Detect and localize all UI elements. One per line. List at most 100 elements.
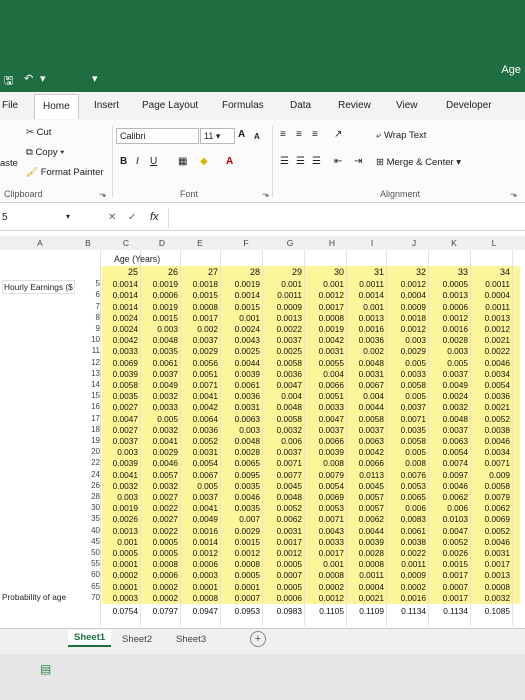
table-cell[interactable]: 0.0061: [140, 358, 178, 368]
table-cell[interactable]: 0.0029: [140, 447, 178, 457]
tab-page-layout[interactable]: Page Layout: [142, 100, 198, 111]
age-header[interactable]: 28: [222, 267, 260, 277]
table-cell[interactable]: 0.0035: [140, 346, 178, 356]
table-cell[interactable]: 0.0113: [346, 470, 384, 480]
table-cell[interactable]: 0.0004: [388, 290, 426, 300]
table-cell[interactable]: 0.0028: [222, 447, 260, 457]
table-cell[interactable]: 0.005: [140, 414, 178, 424]
table-cell[interactable]: 0.001: [264, 279, 302, 289]
table-cell[interactable]: 0.0013: [346, 313, 384, 323]
table-cell[interactable]: 0.0013: [430, 290, 468, 300]
earnings-value[interactable]: 8: [86, 313, 100, 322]
copy-button[interactable]: ⧉ Copy ▾: [26, 147, 64, 158]
table-cell[interactable]: 0.0038: [388, 537, 426, 547]
table-cell[interactable]: 0.0012: [430, 313, 468, 323]
table-cell[interactable]: 0.0033: [100, 346, 138, 356]
clipboard-launcher-icon[interactable]: ⬎: [99, 189, 107, 200]
probability-cell[interactable]: 0.1134: [430, 606, 468, 616]
align-bottom-icon[interactable]: ≡: [312, 128, 318, 142]
table-cell[interactable]: 0.0061: [222, 380, 260, 390]
font-size-combo[interactable]: 11 ▾: [200, 128, 235, 144]
table-cell[interactable]: 0.0037: [264, 447, 302, 457]
table-cell[interactable]: 0.0012: [306, 593, 344, 603]
table-cell[interactable]: 0.0039: [346, 537, 384, 547]
align-top-icon[interactable]: ≡: [280, 128, 286, 142]
tab-view[interactable]: View: [396, 100, 418, 111]
table-cell[interactable]: 0.0035: [388, 425, 426, 435]
earnings-value[interactable]: 6: [86, 290, 100, 299]
table-cell[interactable]: 0.0018: [180, 279, 218, 289]
save-icon[interactable]: 🖫: [4, 72, 13, 91]
table-cell[interactable]: 0.0071: [180, 380, 218, 390]
table-cell[interactable]: 0.0005: [140, 537, 178, 547]
table-cell[interactable]: 0.0058: [472, 481, 510, 491]
table-cell[interactable]: 0.0039: [222, 369, 260, 379]
table-cell[interactable]: 0.0009: [264, 302, 302, 312]
table-cell[interactable]: 0.002: [180, 324, 218, 334]
table-cell[interactable]: 0.0074: [430, 458, 468, 468]
table-cell[interactable]: 0.0006: [264, 593, 302, 603]
earnings-value[interactable]: 13: [86, 369, 100, 378]
earnings-value[interactable]: 20: [86, 447, 100, 456]
table-cell[interactable]: 0.0017: [472, 559, 510, 569]
earnings-value[interactable]: 11: [86, 346, 100, 355]
table-cell[interactable]: 0.0032: [140, 391, 178, 401]
record-macro-icon[interactable]: ▤: [40, 662, 51, 676]
column-header-i[interactable]: I: [352, 238, 392, 248]
earnings-value[interactable]: 30: [86, 503, 100, 512]
table-cell[interactable]: 0.0006: [430, 302, 468, 312]
table-cell[interactable]: 0.0012: [264, 548, 302, 558]
table-cell[interactable]: 0.0036: [222, 391, 260, 401]
table-cell[interactable]: 0.003: [100, 447, 138, 457]
table-cell[interactable]: 0.0043: [222, 335, 260, 345]
table-cell[interactable]: 0.0048: [264, 402, 302, 412]
tab-data[interactable]: Data: [290, 100, 311, 111]
table-cell[interactable]: 0.0011: [346, 279, 384, 289]
table-cell[interactable]: 0.0002: [140, 593, 178, 603]
table-cell[interactable]: 0.0031: [180, 447, 218, 457]
table-cell[interactable]: 0.0055: [306, 358, 344, 368]
table-cell[interactable]: 0.0037: [180, 335, 218, 345]
earnings-value[interactable]: 16: [86, 402, 100, 411]
earnings-value[interactable]: 7: [86, 302, 100, 311]
table-cell[interactable]: 0.0008: [180, 302, 218, 312]
table-cell[interactable]: 0.0051: [180, 369, 218, 379]
table-cell[interactable]: 0.0033: [306, 402, 344, 412]
age-header[interactable]: 34: [472, 267, 510, 277]
table-cell[interactable]: 0.008: [306, 458, 344, 468]
grow-font-button[interactable]: A: [238, 128, 245, 142]
column-header-j[interactable]: J: [394, 238, 434, 248]
undo-icon[interactable]: ↶: [24, 72, 33, 85]
table-cell[interactable]: 0.0022: [472, 346, 510, 356]
table-cell[interactable]: 0.0018: [388, 313, 426, 323]
table-cell[interactable]: 0.0042: [306, 335, 344, 345]
table-cell[interactable]: 0.001: [306, 279, 344, 289]
table-cell[interactable]: 0.0002: [306, 582, 344, 592]
table-cell[interactable]: 0.0037: [100, 436, 138, 446]
table-cell[interactable]: 0.0058: [388, 436, 426, 446]
function-icon[interactable]: fx: [150, 211, 159, 223]
table-cell[interactable]: 0.003: [140, 324, 178, 334]
table-cell[interactable]: 0.0003: [180, 570, 218, 580]
table-cell[interactable]: 0.0012: [306, 290, 344, 300]
table-cell[interactable]: 0.0016: [430, 324, 468, 334]
table-cell[interactable]: 0.005: [388, 358, 426, 368]
table-cell[interactable]: 0.0066: [346, 458, 384, 468]
table-cell[interactable]: 0.001: [306, 559, 344, 569]
table-cell[interactable]: 0.0035: [222, 503, 260, 513]
table-cell[interactable]: 0.0009: [388, 570, 426, 580]
table-cell[interactable]: 0.0016: [388, 593, 426, 603]
column-header-g[interactable]: G: [270, 238, 310, 248]
table-cell[interactable]: 0.0021: [472, 402, 510, 412]
align-center-icon[interactable]: ☰: [296, 155, 305, 169]
table-cell[interactable]: 0.0056: [180, 358, 218, 368]
table-cell[interactable]: 0.0053: [306, 503, 344, 513]
age-header[interactable]: 29: [264, 267, 302, 277]
table-cell[interactable]: 0.006: [264, 436, 302, 446]
table-cell[interactable]: 0.0065: [388, 492, 426, 502]
table-cell[interactable]: 0.0034: [472, 369, 510, 379]
earnings-value[interactable]: 18: [86, 425, 100, 434]
table-cell[interactable]: 0.0048: [140, 335, 178, 345]
earnings-value[interactable]: 35: [86, 514, 100, 523]
table-cell[interactable]: 0.0054: [306, 481, 344, 491]
